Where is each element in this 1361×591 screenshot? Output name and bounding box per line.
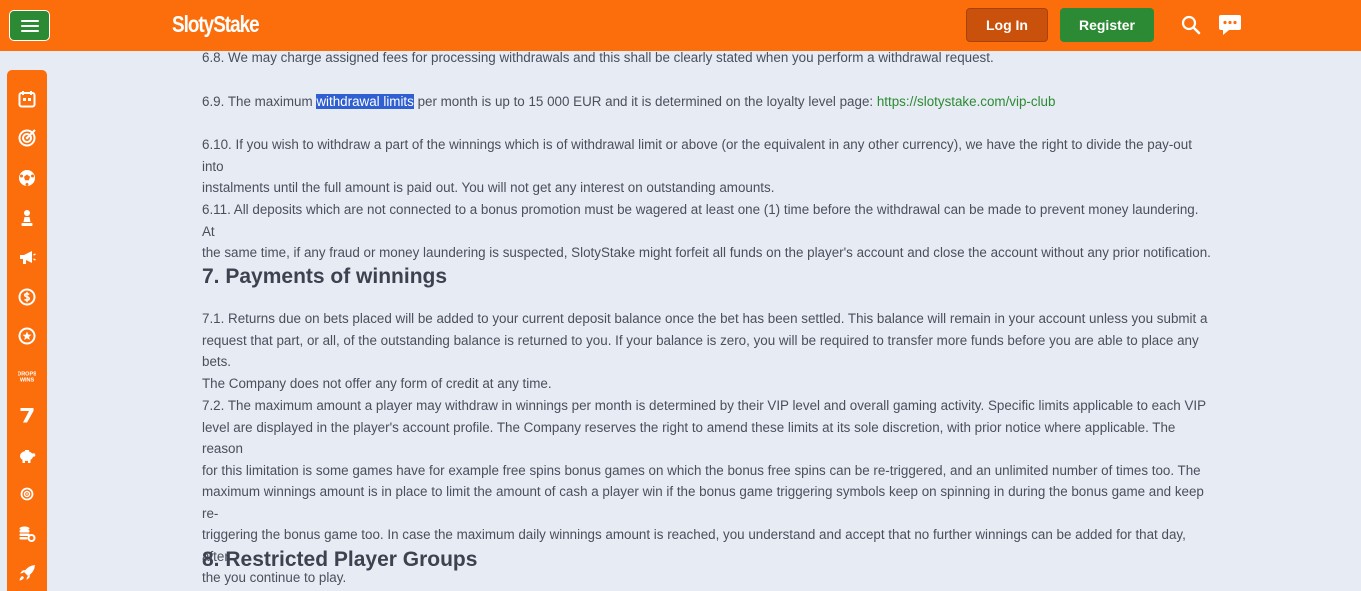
highlighted-withdrawal-limits: withdrawal limits bbox=[316, 94, 414, 109]
paragraph-6-9-prefix: 6.9. The maximum bbox=[202, 94, 317, 109]
rocket-icon[interactable] bbox=[7, 561, 47, 585]
paragraph-6-11-line-1: 6.11. All deposits which are not connect… bbox=[202, 202, 1199, 239]
paragraph-7-1-line-3: The Company does not offer any form of c… bbox=[202, 375, 552, 391]
calendar-icon[interactable] bbox=[7, 87, 47, 111]
chat-icon[interactable] bbox=[1218, 14, 1242, 36]
chess-pawn-icon[interactable] bbox=[7, 206, 47, 230]
seven-icon[interactable] bbox=[7, 403, 47, 427]
paragraph-7-2-line-3: for this limitation is some games have f… bbox=[202, 462, 1201, 478]
paragraph-6-10: 6.10. If you wish to withdraw a part of … bbox=[202, 134, 1212, 199]
paragraph-6-8: 6.8. We may charge assigned fees for pro… bbox=[202, 50, 994, 65]
paragraph-6-10-line-2: instalments until the full amount is pai… bbox=[202, 180, 775, 195]
paragraph-6-9-suffix: per month is up to 15 000 EUR and it is … bbox=[413, 94, 877, 109]
soccer-ball-icon[interactable] bbox=[7, 166, 47, 190]
vip-club-link[interactable]: https://slotystake.com/vip-club bbox=[877, 94, 1056, 109]
site-logo[interactable]: SlotyStake bbox=[172, 11, 260, 38]
bullseye-icon[interactable] bbox=[7, 482, 47, 506]
section-8-heading: 8. Restricted Player Groups bbox=[202, 548, 478, 571]
paragraph-7-2-line-4: maximum winnings amount is in place to l… bbox=[202, 484, 1204, 521]
paragraph-7-1: 7.1. Returns due on bets placed will be … bbox=[202, 308, 1212, 394]
coins-stack-icon[interactable] bbox=[7, 522, 47, 546]
piggy-bank-icon[interactable] bbox=[7, 443, 47, 467]
svg-text:WINS: WINS bbox=[20, 378, 35, 384]
target-icon[interactable] bbox=[7, 126, 47, 150]
drops-wins-icon[interactable]: DROPS WINS bbox=[7, 364, 47, 388]
paragraph-7-1-line-2: request that part, or all, of the outsta… bbox=[202, 332, 1199, 370]
coin-icon[interactable] bbox=[7, 285, 47, 309]
paragraph-6-9: 6.9. The maximum withdrawal limits per m… bbox=[202, 91, 1212, 113]
section-7-heading: 7. Payments of winnings bbox=[202, 265, 448, 288]
sidebar: DROPS WINS bbox=[7, 70, 47, 591]
paragraph-7-1-line-1: 7.1. Returns due on bets placed will be … bbox=[202, 311, 1208, 326]
paragraph-7-2-line-2: level are displayed in the player's acco… bbox=[202, 419, 1176, 457]
megaphone-icon[interactable] bbox=[7, 245, 47, 269]
top-navigation-bar: SlotyStake Log In Register bbox=[0, 0, 1361, 51]
paragraph-7-2-line-1: 7.2. The maximum amount a player may wit… bbox=[202, 398, 1207, 413]
star-badge-icon[interactable] bbox=[7, 324, 47, 348]
paragraph-6-11: 6.11. All deposits which are not connect… bbox=[202, 199, 1212, 264]
paragraph-6-10-line-1: 6.10. If you wish to withdraw a part of … bbox=[202, 137, 1192, 174]
login-button[interactable]: Log In bbox=[966, 8, 1048, 42]
search-icon[interactable] bbox=[1181, 15, 1201, 35]
hamburger-menu-icon[interactable] bbox=[9, 10, 50, 41]
paragraph-6-11-line-2: the same time, if any fraud or money lau… bbox=[202, 245, 1211, 260]
register-button[interactable]: Register bbox=[1060, 8, 1154, 42]
